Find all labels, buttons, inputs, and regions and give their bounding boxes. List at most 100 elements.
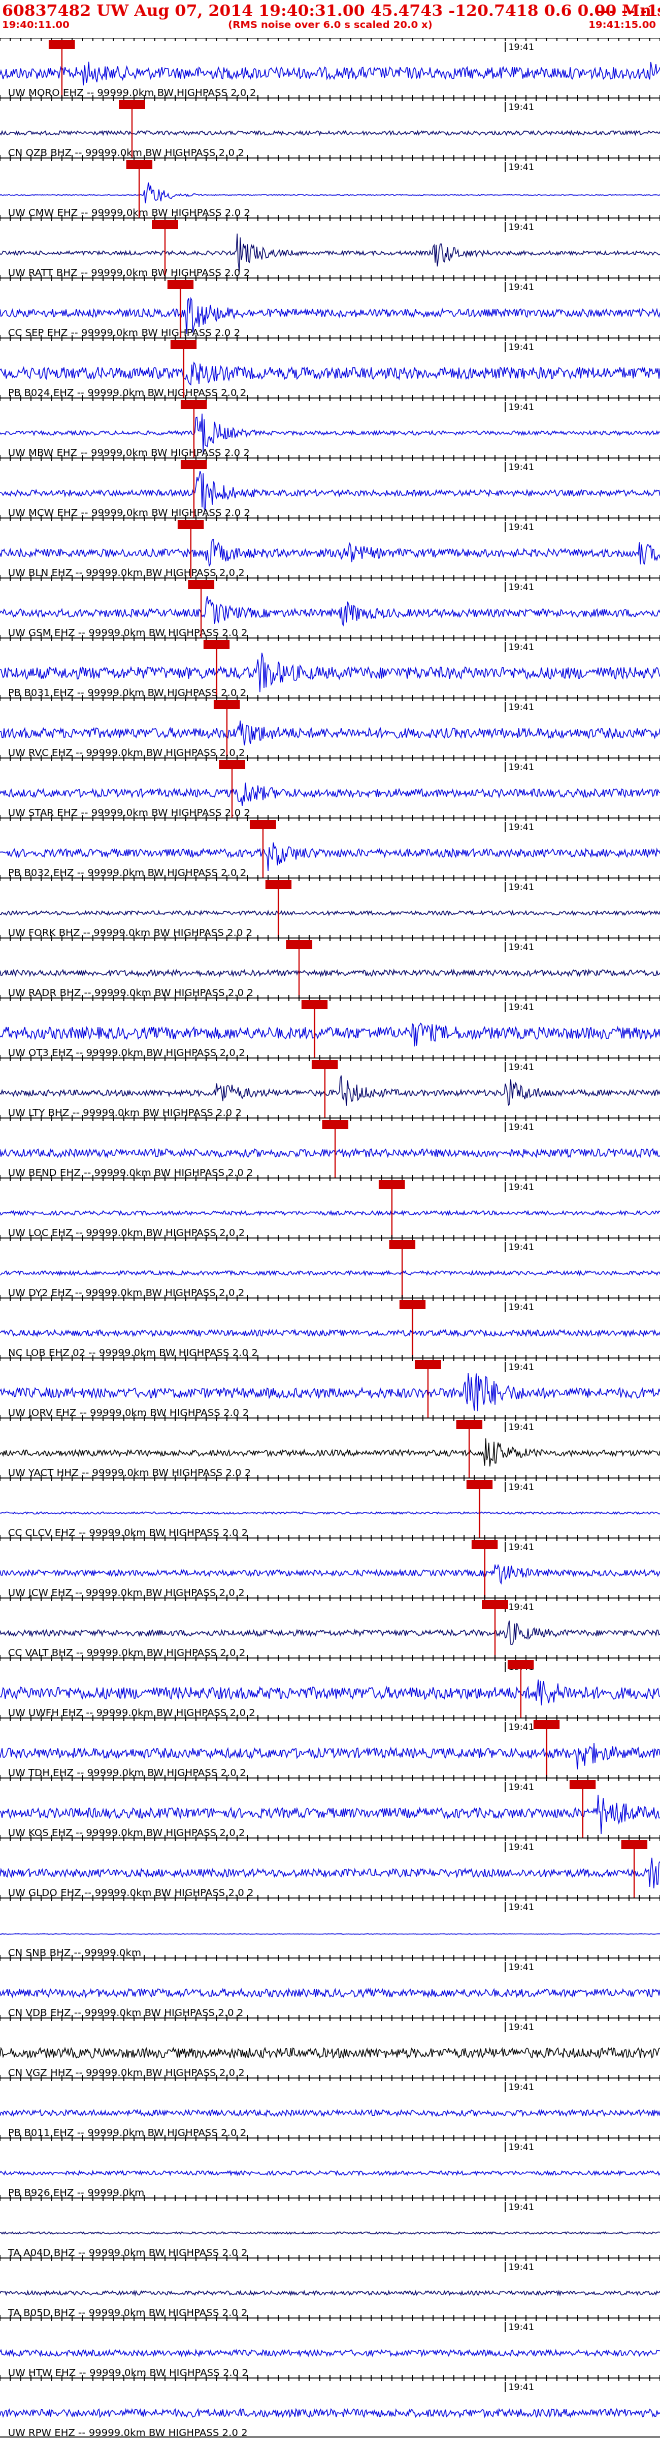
minute-marker-label: 19:41 — [508, 2023, 534, 2033]
station-label: UW LOC EHZ -- 99999.0km BW HIGHPASS 2.0 … — [8, 1228, 245, 1239]
minute-marker-label: 19:41 — [508, 283, 534, 293]
waveform-trace — [0, 842, 660, 872]
waveform-trace — [0, 182, 660, 204]
end-time-label: 19:41:15.00 — [588, 20, 656, 31]
station-label: UW GSM EHZ -- 99999.0km BW HIGHPASS 2.0 … — [8, 628, 247, 639]
station-label: CC CLCV EHZ -- 99999.0km BW HIGHPASS 2.0… — [8, 1528, 248, 1539]
station-label: UW FORK BHZ -- 99999.0km BW HIGHPASS 2.0… — [8, 928, 252, 939]
station-label: CN SNB BHZ -- 99999.0km — [8, 1948, 141, 1959]
minute-marker-label: 19:41 — [508, 1243, 534, 1253]
event-title: 60837482 UW Aug 07, 2014 19:40:31.00 45.… — [2, 1, 660, 20]
start-time-label: 19:40:11.00 — [2, 20, 70, 31]
waveform-trace — [0, 61, 660, 86]
waveform-trace — [0, 1372, 660, 1412]
waveform-trace — [0, 1933, 660, 1935]
minute-marker-label: 19:41 — [508, 2203, 534, 2213]
waveform-trace — [0, 1438, 660, 1467]
minute-marker-label: 19:41 — [508, 703, 534, 713]
minute-marker-label: 19:41 — [508, 2323, 534, 2333]
waveform-trace — [0, 968, 660, 978]
minute-marker-label: 19:41 — [508, 1483, 534, 1493]
minute-marker-label: 19:41 — [508, 1123, 534, 1133]
waveform-trace — [0, 2108, 660, 2118]
waveform-trace — [0, 2348, 660, 2358]
minute-marker-label: 19:41 — [508, 763, 534, 773]
minute-marker-label: 19:41 — [508, 43, 534, 53]
minute-marker-label: 19:41 — [508, 1303, 534, 1313]
waveform-trace — [0, 1679, 660, 1706]
plot-header: 60837482 UW Aug 07, 2014 19:40:31.00 45.… — [0, 0, 660, 38]
minute-marker-label: 19:41 — [508, 643, 534, 653]
minute-marker-label: 19:41 — [508, 2083, 534, 2093]
minute-marker-label: 19:41 — [508, 583, 534, 593]
waveform-trace — [0, 1511, 660, 1515]
minute-marker-label: 19:41 — [508, 883, 534, 893]
station-label: UW CMW EHZ -- 99999.0km BW HIGHPASS 2.0 … — [8, 208, 250, 219]
station-label: NC LOB EHZ 02 -- 99999.0km BW HIGHPASS 2… — [8, 1348, 258, 1359]
station-label: PB B024 EHZ -- 99999.0km BW HIGHPASS 2.0… — [8, 388, 246, 399]
waveform-trace — [0, 361, 660, 386]
station-label: UW JCW EHZ -- 99999.0km BW HIGHPASS 2.0 … — [8, 1588, 245, 1599]
minute-marker-label: 19:41 — [508, 463, 534, 473]
station-label: UW JORV EHZ -- 99999.0km BW HIGHPASS 2.0… — [8, 1408, 249, 1419]
waveform-trace — [0, 1987, 660, 1999]
waveform-trace — [0, 2289, 660, 2297]
minute-marker-label: 19:41 — [508, 1423, 534, 1433]
station-label: UW STAR EHZ -- 99999.0km BW HIGHPASS 2.0… — [8, 808, 250, 819]
minute-marker-label: 19:41 — [508, 343, 534, 353]
waveform-trace — [0, 2407, 660, 2419]
minute-marker-label: 19:41 — [508, 223, 534, 233]
station-label: UW KOS EHZ -- 99999.0km BW HIGHPASS 2.0 … — [8, 1828, 245, 1839]
waveform-trace — [0, 538, 660, 567]
station-label: UW MBW EHZ -- 99999.0km BW HIGHPASS 2.0 … — [8, 448, 250, 459]
minute-marker-label: 19:41 — [508, 1543, 534, 1553]
station-label: UW RATT BHZ -- 99999.0km BW HIGHPASS 2.0… — [8, 268, 250, 279]
station-label: UW UWFH EHZ -- 99999.0km BW HIGHPASS 2.0… — [8, 1708, 255, 1719]
station-label: UW TDH EHZ -- 99999.0km BW HIGHPASS 2.0 … — [8, 1768, 246, 1779]
minute-marker-label: 19:41 — [508, 823, 534, 833]
minute-marker-label: 19:41 — [508, 163, 534, 173]
waveform-trace — [0, 129, 660, 137]
minute-marker-label: 19:41 — [508, 1903, 534, 1913]
waveform-trace — [0, 1147, 660, 1159]
minute-marker-label: 19:41 — [508, 403, 534, 413]
station-label: PB B031 EHZ -- 99999.0km BW HIGHPASS 2.0… — [8, 688, 246, 699]
station-label: UW MCW EHZ -- 99999.0km BW HIGHPASS 2.0 … — [8, 508, 250, 519]
station-label: UW HTW EHZ -- 99999.0km BW HIGHPASS 2.0 … — [8, 2368, 248, 2379]
waveform-trace — [0, 596, 660, 627]
station-label: UW BLN EHZ -- 99999.0km BW HIGHPASS 2.0 … — [8, 568, 245, 579]
waveform-trace — [0, 1742, 660, 1770]
waveform-trace — [0, 909, 660, 917]
waveform-trace — [0, 1328, 660, 1338]
minute-marker-label: 19:41 — [508, 523, 534, 533]
station-label: CN OZB BHZ -- 99999.0km BW HIGHPASS 2.0 … — [8, 148, 244, 159]
minute-marker-label: 19:41 — [508, 1183, 534, 1193]
waveform-trace — [0, 2169, 660, 2177]
event-title-suffix: --- -- -1 — [595, 1, 658, 20]
minute-marker-label: 19:41 — [508, 1363, 534, 1373]
waveform-trace — [0, 1620, 660, 1645]
station-label: TA A04D BHZ -- 99999.0km BW HIGHPASS 2.0… — [7, 2248, 248, 2259]
scaling-note: (RMS noise over 6.0 s scaled 20.0 x) — [228, 20, 433, 31]
station-label: UW DY2 EHZ -- 99999.0km BW HIGHPASS 2.0 … — [8, 1288, 244, 1299]
minute-marker-label: 19:41 — [508, 1003, 534, 1013]
waveform-trace — [0, 2046, 660, 2060]
waveform-trace — [0, 233, 660, 273]
waveform-trace — [0, 652, 660, 693]
station-label: CC VALT BHZ -- 99999.0km BW HIGHPASS 2.0… — [8, 1648, 245, 1659]
minute-marker-label: 19:41 — [508, 103, 534, 113]
minute-marker-label: 19:41 — [508, 2143, 534, 2153]
waveform-trace — [0, 1075, 660, 1107]
waveform-trace — [0, 1857, 660, 1889]
waveform-trace — [0, 470, 660, 512]
seismogram-plot: 19:41 UW MORO EHZ -- 99999.0km BW HIGHPAS… — [0, 38, 660, 2438]
minute-marker-label: 19:41 — [508, 2383, 534, 2393]
waveform-trace — [0, 720, 660, 746]
station-label: PB B011 EHZ -- 99999.0km BW HIGHPASS 2.0… — [8, 2128, 246, 2139]
station-label: UW RVC EHZ -- 99999.0km BW HIGHPASS 2.0 … — [8, 748, 245, 759]
minute-marker-label: 19:41 — [508, 1783, 534, 1793]
waveform-trace — [0, 1269, 660, 1277]
minute-marker-label: 19:41 — [508, 943, 534, 953]
station-label: CN VDB EHZ -- 99999.0km BW HIGHPASS 2.0 … — [8, 2008, 243, 2019]
waveform-trace — [0, 1209, 660, 1217]
